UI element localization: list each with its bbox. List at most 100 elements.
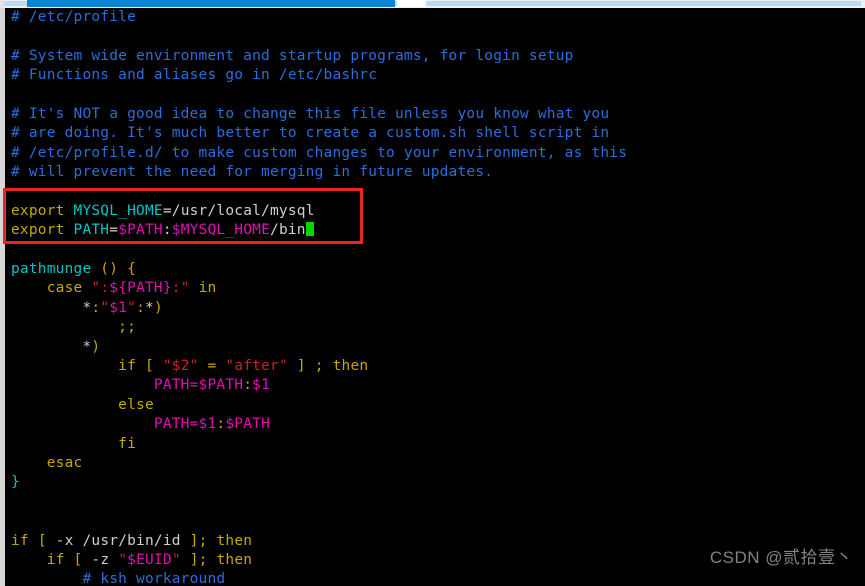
code-token: ) [153,299,163,316]
code-token: if [11,532,29,549]
code-token: then [216,551,253,568]
code-line: fi [5,435,865,454]
code-text-area[interactable]: # /etc/profile # System wide environment… [5,8,865,586]
terminal-window: # /etc/profile # System wide environment… [0,0,865,586]
code-token: : [91,299,101,316]
code-token: ; [305,358,333,375]
code-token: " [100,299,110,316]
code-token: "$2" [162,358,199,375]
code-token: $MYSQL_HOME [171,222,271,239]
code-line: # ksh workaround [5,570,865,586]
scrollbar-gap [397,0,426,7]
code-token: ] [189,532,199,549]
code-token: [ [144,358,154,375]
code-token: export [11,222,74,239]
code-token: =/usr/local/mysql [162,202,315,219]
code-token: PATH= [153,416,199,433]
code-token: ": [91,280,110,297]
code-token: # /etc/profile [11,9,137,25]
code-line: PATH=$PATH:$1 [5,376,865,395]
code-token: " [118,551,128,568]
code-line: *) [5,338,865,357]
code-token: $PATH [198,377,244,394]
code-token: $1 [252,377,271,394]
code-token: # Functions and aliases go in /etc/bashr… [11,67,378,84]
code-token: esac [46,454,83,471]
code-token: export [11,202,74,219]
code-line: } [5,473,865,492]
code-line: # System wide environment and startup pr… [5,47,865,66]
code-token: # are doing. It's much better to create … [11,125,610,142]
code-token: $EUID [127,551,172,568]
code-token: ; [198,532,217,549]
code-token: $PATH [118,222,163,239]
code-line: esac [5,454,865,473]
code-token: then [216,532,253,549]
code-token: PATH [73,222,110,239]
code-token: = [198,358,226,375]
horizontal-scrollbar[interactable] [0,0,865,8]
code-line: ;; [5,318,865,337]
code-token: "after" [225,358,288,375]
code-token: /bin [270,222,306,239]
code-token: PATH= [153,377,199,394]
code-line: export MYSQL_HOME=/usr/local/mysql [5,202,865,221]
code-token: " [171,551,181,568]
scrollbar-thumb[interactable] [27,0,395,7]
code-token: # will prevent the need for merging in f… [11,164,494,181]
code-token: # ksh workaround [82,571,226,586]
code-token: ${PATH} [109,280,172,297]
code-token: if [118,358,137,375]
code-token: " [127,299,137,316]
code-token: ] [296,358,306,375]
code-token: [ [37,532,47,549]
code-token: pathmunge [11,261,92,278]
code-line: *:"$1":*) [5,299,865,318]
code-token: * [145,299,154,316]
code-token: ; [198,551,217,568]
code-token: } [11,474,20,491]
code-line: # are doing. It's much better to create … [5,124,865,143]
code-token: ] [189,551,199,568]
code-token: () { [91,261,137,278]
code-token: :" [171,280,190,297]
code-token: $1 [109,299,128,316]
code-token: -x /usr/bin/id [46,532,190,549]
code-token: $1 [198,416,217,433]
code-token: in [198,280,217,297]
text-cursor [305,222,315,237]
code-token: # /etc/profile.d/ to make custom changes… [11,144,628,161]
csdn-watermark: CSDN @贰拾壹丶 [709,548,853,567]
code-token: : [243,377,253,394]
code-token: then [332,358,369,375]
code-line: # Functions and aliases go in /etc/bashr… [5,66,865,85]
code-line: if [ "$2" = "after" ] ; then [5,357,865,376]
code-token: $PATH [225,416,271,433]
code-token: # System wide environment and startup pr… [11,47,574,64]
code-token: -z [82,551,119,568]
code-line: # /etc/profile [5,8,865,27]
code-line: pathmunge () { [5,260,865,279]
code-token: ) [91,338,101,355]
